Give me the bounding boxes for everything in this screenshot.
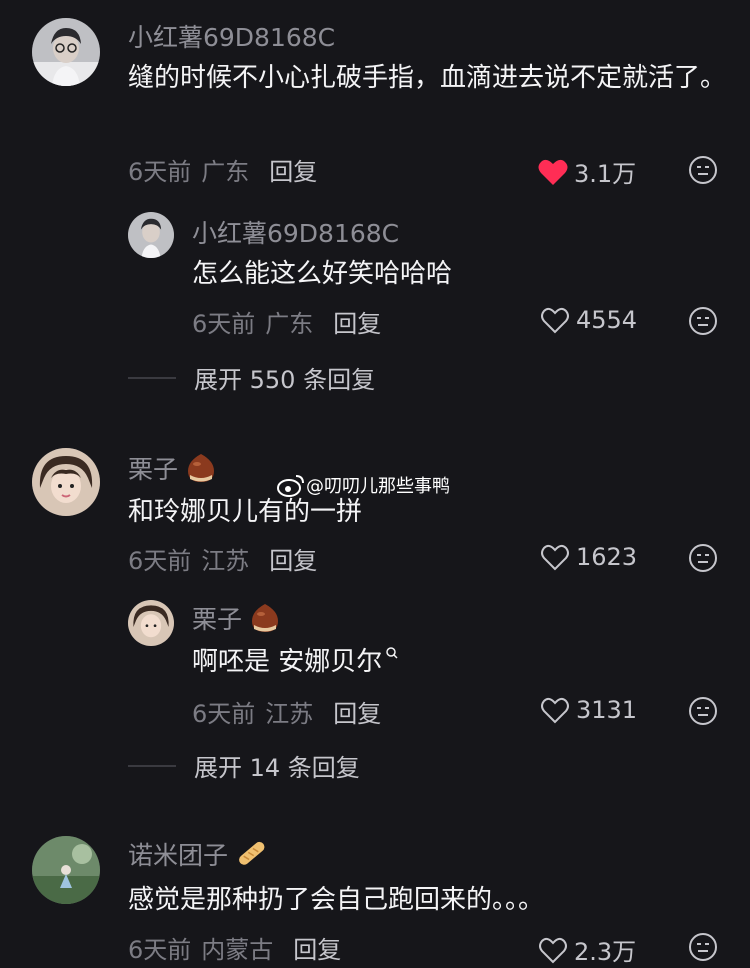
reply-button[interactable]: 回复	[269, 158, 317, 186]
avatar[interactable]	[32, 18, 100, 86]
expand-replies-button[interactable]: 展开 550 条回复	[128, 360, 375, 395]
avatar[interactable]	[32, 448, 100, 516]
time: 6天前	[128, 547, 192, 575]
comment-text: 啊呸是 安娜贝尔	[192, 640, 399, 684]
like-button[interactable]: 4554	[540, 306, 637, 334]
region: 广东	[265, 310, 314, 338]
emoji-icon[interactable]	[688, 155, 718, 185]
like-button[interactable]: 1623	[540, 543, 637, 571]
heart-outline-icon	[541, 697, 569, 724]
reply-button[interactable]: 回复	[333, 310, 381, 338]
bread-icon	[239, 841, 265, 865]
region: 内蒙古	[201, 936, 274, 964]
comment-text: 感觉是那种扔了会自己跑回来的。。。	[128, 885, 545, 915]
heart-outline-icon	[541, 544, 569, 571]
avatar[interactable]	[32, 836, 100, 904]
comment-text: 怎么能这么好笑哈哈哈	[192, 259, 453, 289]
region: 江苏	[265, 700, 314, 728]
comment-meta: 6天前 广东 回复	[128, 152, 317, 187]
comment-meta: 6天前 广东 回复	[192, 304, 381, 339]
region: 广东	[201, 158, 250, 186]
expand-label: 展开 550 条回复	[194, 366, 376, 394]
reply-button[interactable]: 回复	[293, 936, 341, 964]
like-count: 1623	[576, 543, 638, 571]
like-count: 2.3万	[574, 938, 637, 966]
watermark: @叨叨儿那些事鸭	[276, 472, 450, 498]
heart-outline-icon	[541, 307, 569, 334]
expand-label: 展开 14 条回复	[194, 754, 360, 782]
heart-icon	[538, 159, 568, 185]
comment-meta: 6天前 江苏 回复	[192, 694, 381, 729]
like-count: 3131	[576, 696, 638, 724]
comment-text: 缝的时候不小心扎破手指，血滴进去说不定就活了。	[128, 63, 727, 93]
time: 6天前	[128, 936, 192, 964]
reply-button[interactable]: 回复	[333, 700, 381, 728]
chestnut-icon	[252, 604, 279, 632]
divider	[128, 376, 176, 379]
avatar[interactable]	[128, 212, 174, 258]
comment-meta: 6天前 江苏 回复	[128, 541, 317, 576]
time: 6天前	[128, 158, 192, 186]
emoji-icon[interactable]	[688, 306, 718, 336]
weibo-icon	[277, 475, 304, 497]
chestnut-icon	[188, 454, 215, 482]
expand-replies-button[interactable]: 展开 14 条回复	[128, 748, 360, 783]
username[interactable]: 栗子	[128, 450, 218, 486]
region: 江苏	[201, 547, 250, 575]
username[interactable]: 小红薯69D8168C	[192, 214, 399, 250]
like-button[interactable]: 2.3万	[538, 932, 636, 967]
like-button[interactable]: 3131	[540, 696, 637, 724]
time: 6天前	[192, 310, 256, 338]
divider	[128, 764, 176, 767]
username[interactable]: 诺米团子	[128, 836, 268, 872]
comment-meta: 6天前 内蒙古 回复	[128, 930, 341, 965]
time: 6天前	[192, 700, 256, 728]
like-button[interactable]: 3.1万	[538, 154, 636, 189]
avatar[interactable]	[128, 600, 174, 646]
like-count: 4554	[576, 306, 638, 334]
emoji-icon[interactable]	[688, 696, 718, 726]
heart-outline-icon	[539, 937, 567, 963]
like-count: 3.1万	[574, 160, 637, 188]
reply-button[interactable]: 回复	[269, 547, 317, 575]
username[interactable]: 栗子	[192, 600, 282, 636]
emoji-icon[interactable]	[688, 543, 718, 573]
search-icon	[386, 647, 398, 659]
emoji-icon[interactable]	[688, 932, 718, 962]
username[interactable]: 小红薯69D8168C	[128, 18, 335, 54]
